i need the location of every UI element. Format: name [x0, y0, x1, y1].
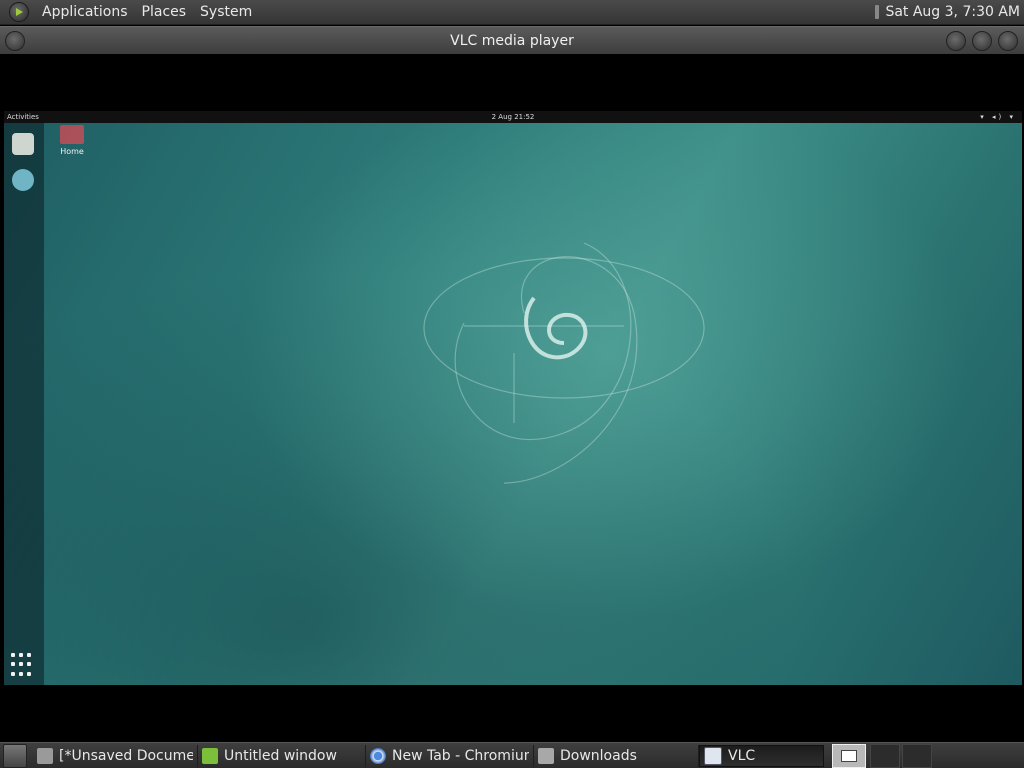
desktop-home-folder: Home — [58, 125, 86, 163]
task-label: Downloads — [560, 748, 637, 764]
swirl-ring-2 — [503, 256, 638, 484]
swirl-ring-3 — [454, 242, 632, 440]
video-clock: 2 Aug 21:52 — [491, 113, 535, 121]
workspace-3[interactable] — [902, 744, 932, 768]
video-frame[interactable]: Activities 2 Aug 21:52 ▾ ◂) ▾ Home — [4, 111, 1022, 685]
task-untitled-window[interactable]: Untitled window — [198, 745, 366, 767]
close-button[interactable] — [998, 31, 1018, 51]
swirl-core — [524, 296, 588, 360]
window-titlebar[interactable]: VLC media player — [0, 26, 1024, 54]
glade-icon — [202, 748, 218, 764]
folder-icon — [538, 748, 554, 764]
home-label: Home — [60, 147, 84, 156]
task-label: Untitled window — [224, 748, 337, 764]
window-menu-button[interactable] — [5, 31, 25, 51]
video-tray-icons: ▾ ◂) ▾ — [980, 113, 1016, 121]
task-label: VLC — [728, 748, 756, 764]
home-folder-icon — [60, 125, 84, 144]
video-inner-topbar: Activities 2 Aug 21:52 ▾ ◂) ▾ — [4, 111, 1022, 123]
task-label: [*Unsaved Docume... — [59, 748, 193, 764]
show-apps-grid-icon — [11, 653, 35, 677]
text-editor-icon — [37, 748, 53, 764]
task-vlc[interactable]: VLC — [699, 745, 824, 767]
menu-system[interactable]: System — [193, 0, 259, 25]
swirl-ring-1 — [423, 257, 705, 399]
video-area[interactable]: Activities 2 Aug 21:52 ▾ ◂) ▾ Home — [0, 54, 1024, 742]
clock-area: Sat Aug 3, 7:30 AM — [875, 0, 1024, 25]
panel-separator — [875, 5, 880, 19]
workspace-window-thumb — [841, 750, 857, 762]
maximize-button[interactable] — [972, 31, 992, 51]
task-downloads[interactable]: Downloads — [534, 745, 699, 767]
main-menu-logo-icon[interactable] — [9, 2, 29, 22]
video-dash-sidebar — [4, 123, 44, 685]
minimize-button[interactable] — [946, 31, 966, 51]
software-icon — [12, 169, 34, 191]
show-desktop-icon[interactable] — [3, 744, 27, 768]
menu-places[interactable]: Places — [135, 0, 194, 25]
workspace-2[interactable] — [870, 744, 900, 768]
task-unsaved-document[interactable]: [*Unsaved Docume... — [33, 745, 198, 767]
bottom-taskbar: [*Unsaved Docume... Untitled window New … — [0, 742, 1024, 768]
debian-swirl-logo — [423, 242, 705, 484]
panel-clock[interactable]: Sat Aug 3, 7:30 AM — [885, 0, 1020, 25]
menu-applications[interactable]: Applications — [35, 0, 135, 25]
trash-icon — [12, 133, 34, 155]
top-panel: Applications Places System Sat Aug 3, 7:… — [0, 0, 1024, 25]
chromium-icon — [370, 748, 386, 764]
workspace-1[interactable] — [832, 744, 866, 768]
video-desktop: Home — [4, 123, 1022, 685]
task-chromium[interactable]: New Tab - Chromium — [366, 745, 534, 767]
task-label: New Tab - Chromium — [392, 748, 529, 764]
window-title: VLC media player — [450, 32, 574, 49]
vlc-window-icon — [704, 747, 722, 765]
